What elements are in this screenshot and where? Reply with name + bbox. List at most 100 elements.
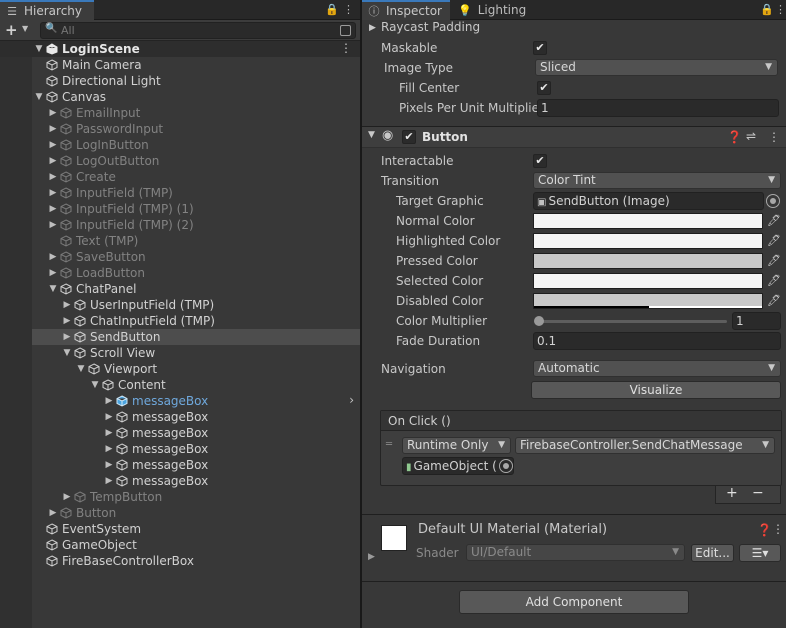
runtime-dropdown[interactable]: Runtime Only ▼ [402, 437, 511, 454]
component-menu-icon[interactable]: ⋮ [768, 130, 780, 144]
drag-handle-icon[interactable]: ═ [386, 439, 392, 450]
collapse-arrow-icon[interactable]: ▶ [46, 268, 60, 278]
hierarchy-item-firebasecontrollerbox[interactable]: · FireBaseControllerBox [32, 553, 360, 569]
collapse-arrow-icon[interactable]: ▶ [46, 204, 60, 214]
hierarchy-item-savebutton[interactable]: ▶ SaveButton [32, 249, 360, 265]
create-plus-icon[interactable]: + [5, 21, 18, 39]
collapse-arrow-icon[interactable]: ▶ [102, 460, 116, 470]
highlighted-color-swatch[interactable] [533, 233, 763, 249]
hierarchy-search-input[interactable] [61, 24, 331, 37]
lock-icon[interactable]: 🔒 [760, 3, 774, 16]
button-component-header[interactable]: ▼ ◉ ✔ Button ❓ ⇌ ⋮ [362, 126, 786, 148]
remove-event-button[interactable]: − [752, 485, 764, 501]
hierarchy-item-sendbutton[interactable]: ▶ SendButton [32, 329, 360, 345]
hierarchy-item-inputfield-1[interactable]: ▶ InputField (TMP) (1) [32, 201, 360, 217]
hierarchy-item-button[interactable]: ▶ Button [32, 505, 360, 521]
help-icon[interactable]: ❓ [727, 130, 742, 144]
kebab-menu-icon[interactable]: ⋮ [775, 3, 786, 16]
scene-row[interactable]: ▼ LoginScene ⋮ [0, 41, 360, 57]
lock-icon[interactable]: 🔒 [325, 3, 339, 16]
hierarchy-item-main-camera[interactable]: · Main Camera [32, 57, 360, 73]
hierarchy-item-eventsystem[interactable]: · EventSystem [32, 521, 360, 537]
hierarchy-item-inputfield[interactable]: ▶ InputField (TMP) [32, 185, 360, 201]
collapse-arrow-icon[interactable]: ▶ [46, 172, 60, 182]
normal-color-swatch[interactable] [533, 213, 763, 229]
material-preview[interactable] [381, 525, 407, 551]
hierarchy-item-loginbutton[interactable]: ▶ LogInButton [32, 137, 360, 153]
disabled-color-swatch[interactable] [533, 293, 763, 309]
presets-icon[interactable]: ⇌ [746, 129, 756, 143]
collapse-arrow-icon[interactable]: ▶ [60, 300, 74, 310]
collapse-arrow-icon[interactable]: ▶ [46, 108, 60, 118]
collapse-arrow-icon[interactable]: ▶ [102, 476, 116, 486]
eyedropper-icon[interactable]: 🖊 [767, 274, 781, 287]
search-filter-icon[interactable] [340, 25, 351, 36]
hierarchy-item-messagebox[interactable]: ▶ messageBox › [32, 393, 360, 409]
tab-lighting[interactable]: 💡 Lighting [458, 0, 526, 20]
pressed-color-swatch[interactable] [533, 253, 763, 269]
object-field[interactable]: ▮ GameObject ( [402, 457, 514, 475]
foldout-arrow-icon[interactable]: ▶ [369, 23, 376, 33]
button-enabled-checkbox[interactable]: ✔ [402, 130, 416, 144]
fill-center-checkbox[interactable]: ✔ [537, 81, 551, 95]
collapse-arrow-icon[interactable]: ▶ [60, 332, 74, 342]
collapse-arrow-icon[interactable]: ▼ [368, 130, 375, 140]
hierarchy-item-messagebox[interactable]: ▶ messageBox [32, 441, 360, 457]
hierarchy-item-logoutbutton[interactable]: ▶ LogOutButton [32, 153, 360, 169]
image-type-dropdown[interactable]: Sliced ▼ [535, 59, 778, 76]
color-multiplier-slider-track[interactable] [537, 320, 727, 323]
tab-inspector[interactable]: ⓘ Inspector [362, 0, 450, 20]
hierarchy-item-text[interactable]: · Text (TMP) [32, 233, 360, 249]
hierarchy-search[interactable]: 🔍 [40, 22, 356, 39]
help-icon[interactable]: ❓ [757, 523, 772, 537]
raycast-padding-row[interactable]: ▶ Raycast Padding [362, 18, 786, 38]
create-dropdown-icon[interactable]: ▼ [22, 24, 28, 33]
expand-arrow-icon[interactable]: ▼ [32, 44, 46, 54]
eyedropper-icon[interactable]: 🖊 [767, 254, 781, 267]
edit-shader-button[interactable]: Edit... [691, 544, 734, 562]
hierarchy-item-loadbutton[interactable]: ▶ LoadButton [32, 265, 360, 281]
add-event-button[interactable]: + [726, 485, 738, 501]
collapse-arrow-icon[interactable]: ▶ [60, 316, 74, 326]
shader-options-button[interactable]: ☰▾ [739, 544, 781, 562]
maskable-checkbox[interactable]: ✔ [533, 41, 547, 55]
hierarchy-item-directional-light[interactable]: · Directional Light [32, 73, 360, 89]
material-menu-icon[interactable]: ⋮ [772, 522, 784, 536]
hierarchy-item-content[interactable]: ▼ Content [32, 377, 360, 393]
collapse-arrow-icon[interactable]: ▶ [102, 396, 116, 406]
hierarchy-item-gameobject[interactable]: · GameObject [32, 537, 360, 553]
hierarchy-item-chatpanel[interactable]: ▼ ChatPanel [32, 281, 360, 297]
eyedropper-icon[interactable]: 🖊 [767, 294, 781, 307]
expand-arrow-icon[interactable]: ▼ [88, 380, 102, 390]
expand-arrow-icon[interactable]: ▼ [46, 284, 60, 294]
hierarchy-item-messagebox[interactable]: ▶ messageBox [32, 425, 360, 441]
visualize-button[interactable]: Visualize [531, 381, 781, 399]
eyedropper-icon[interactable]: 🖊 [767, 234, 781, 247]
collapse-arrow-icon[interactable]: ▶ [102, 444, 116, 454]
collapse-arrow-icon[interactable]: ▶ [46, 220, 60, 230]
hierarchy-item-messagebox[interactable]: ▶ messageBox [32, 473, 360, 489]
color-multiplier-slider-knob[interactable] [534, 316, 544, 326]
object-picker-icon[interactable] [499, 459, 513, 473]
collapse-arrow-icon[interactable]: ▶ [102, 428, 116, 438]
transition-dropdown[interactable]: Color Tint ▼ [533, 172, 781, 189]
collapse-arrow-icon[interactable]: ▶ [60, 492, 74, 502]
chevron-right-icon[interactable]: › [349, 393, 354, 407]
shader-dropdown[interactable]: UI/Default ▼ [466, 544, 685, 561]
preview-foldout-icon[interactable]: ▶ [368, 552, 375, 562]
hierarchy-item-tempbutton[interactable]: ▶ TempButton [32, 489, 360, 505]
scene-menu-icon[interactable]: ⋮ [340, 41, 352, 55]
collapse-arrow-icon[interactable]: ▶ [46, 188, 60, 198]
expand-arrow-icon[interactable]: ▼ [74, 364, 88, 374]
hierarchy-item-userinputfield[interactable]: ▶ UserInputField (TMP) [32, 297, 360, 313]
ppu-input[interactable]: 1 [537, 99, 779, 117]
navigation-dropdown[interactable]: Automatic ▼ [533, 360, 781, 377]
eyedropper-icon[interactable]: 🖊 [767, 214, 781, 227]
target-graphic-field[interactable]: ▣ SendButton (Image) [533, 192, 764, 210]
expand-arrow-icon[interactable]: ▼ [60, 348, 74, 358]
hierarchy-item-emailinput[interactable]: ▶ EmailInput [32, 105, 360, 121]
hierarchy-item-messagebox[interactable]: ▶ messageBox [32, 457, 360, 473]
function-dropdown[interactable]: FirebaseController.SendChatMessage ▼ [515, 437, 775, 454]
hierarchy-item-passwordinput[interactable]: ▶ PasswordInput [32, 121, 360, 137]
collapse-arrow-icon[interactable]: ▶ [46, 156, 60, 166]
